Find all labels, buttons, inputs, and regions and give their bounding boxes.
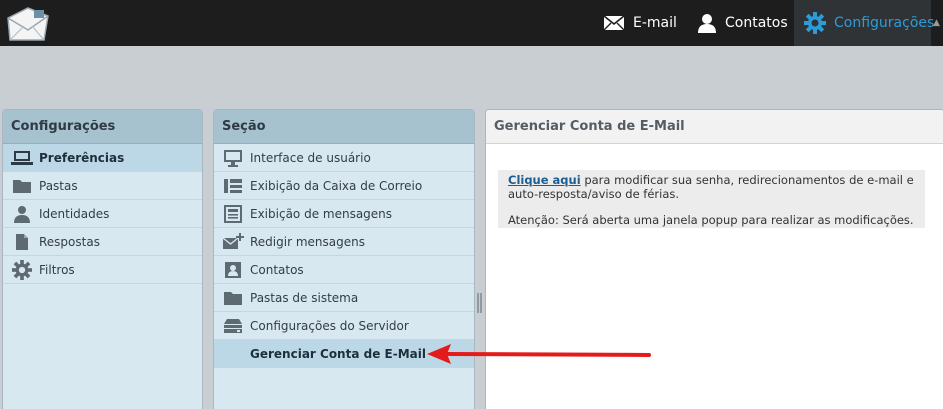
envelope-icon [603,15,625,31]
section-item-label: Pastas de sistema [250,290,359,305]
section-panel-title: Seção [214,110,474,144]
settings-item-label: Filtros [39,262,75,277]
nav-email-label: E-mail [633,15,677,31]
settings-item-label: Pastas [39,178,78,193]
folder-icon [222,290,244,306]
click-here-link[interactable]: Clique aqui [508,173,581,187]
section-item-label: Exibição da Caixa de Correio [250,178,423,193]
section-item-system-folders[interactable]: Pastas de sistema [214,284,474,312]
popup-warning-text: Atenção: Será aberta uma janela popup pa… [508,213,914,227]
section-item-mailbox-view[interactable]: Exibição da Caixa de Correio [214,172,474,200]
top-bar: E-mail Contatos Configurações ▲ [0,0,943,46]
nav-contacts[interactable]: Contatos [697,0,788,46]
settings-panel-title: Configurações [3,110,202,144]
server-icon [222,318,244,334]
list-layout-icon [222,178,244,194]
settings-item-label: Identidades [39,206,110,221]
section-item-server-settings[interactable]: Configurações do Servidor [214,312,474,340]
nav-email[interactable]: E-mail [603,0,677,46]
settings-item-identities[interactable]: Identidades [3,200,202,228]
nav-settings-label: Configurações [834,15,935,31]
compose-mail-icon [222,232,244,251]
manage-account-title: Gerenciar Conta de E-Mail [486,110,943,144]
nav-settings[interactable]: Configurações [794,0,935,46]
section-item-compose[interactable]: Redigir mensagens [214,228,474,256]
section-item-user-interface[interactable]: Interface de usuário [214,144,474,172]
app-logo[interactable] [4,4,52,44]
section-item-message-view[interactable]: Exibição de mensagens [214,200,474,228]
settings-panel: Configurações Preferências Pastas Identi… [2,109,203,409]
nav-contacts-label: Contatos [725,15,788,31]
settings-item-responses[interactable]: Respostas [3,228,202,256]
user-icon [697,13,717,33]
laptop-icon [11,150,33,166]
gear-icon [804,12,826,34]
manage-account-info-box: Clique aqui para modificar sua senha, re… [498,170,925,228]
document-icon [11,233,33,251]
section-list: Interface de usuário Exibição da Caixa d… [214,144,474,368]
scroll-up-arrow-icon[interactable]: ▲ [933,18,940,28]
section-item-label: Configurações do Servidor [250,318,409,333]
monitor-icon [222,149,244,167]
settings-item-label: Preferências [39,150,125,165]
settings-item-folders[interactable]: Pastas [3,172,202,200]
annotation-arrow-icon [427,344,651,364]
section-item-label: Contatos [250,262,304,277]
section-item-label: Gerenciar Conta de E-Mail [250,346,426,361]
gear-icon [11,259,33,280]
section-item-label: Redigir mensagens [250,234,365,249]
user-icon [11,205,33,223]
manage-account-description: Clique aqui para modificar sua senha, re… [508,173,915,201]
message-view-icon [222,204,244,223]
folder-icon [11,178,33,194]
settings-item-filters[interactable]: Filtros [3,256,202,284]
settings-list: Preferências Pastas Identidades Resposta… [3,144,202,284]
section-item-label: Exibição de mensagens [250,206,393,221]
contact-card-icon [222,261,244,279]
settings-item-label: Respostas [39,234,100,249]
settings-item-preferences[interactable]: Preferências [3,144,202,172]
section-item-label: Interface de usuário [250,150,371,165]
panel-splitter-handle[interactable] [477,293,483,313]
section-item-contacts[interactable]: Contatos [214,256,474,284]
